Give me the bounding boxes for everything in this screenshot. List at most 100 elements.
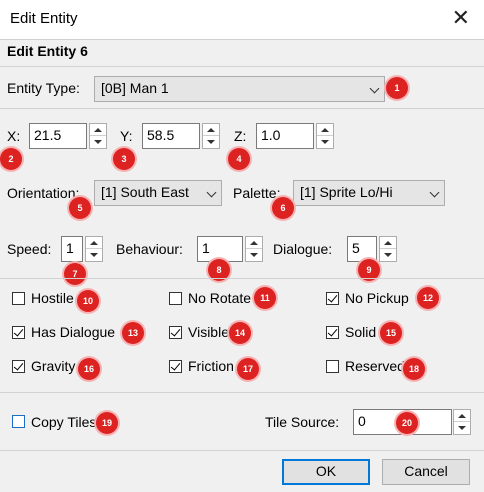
orientation-select[interactable]: [1] South East xyxy=(94,180,222,206)
tile-source-value: 0 xyxy=(358,413,366,429)
behaviour-spinner[interactable] xyxy=(245,236,263,262)
gravity-label: Gravity xyxy=(31,358,76,374)
chevron-down-icon xyxy=(429,187,440,198)
annotation-badge: 18 xyxy=(403,358,425,380)
z-label: Z: xyxy=(234,128,247,144)
arrow-up-icon xyxy=(384,240,392,245)
annotation-badge: 17 xyxy=(237,358,259,380)
friction-label: Friction xyxy=(188,358,234,374)
tile-source-label: Tile Source: xyxy=(265,414,340,430)
speed-spinner[interactable] xyxy=(85,236,103,262)
arrow-down-icon xyxy=(207,140,215,144)
spin-down-button[interactable] xyxy=(203,136,219,148)
z-input[interactable]: 1.0 xyxy=(256,123,314,149)
arrow-down-icon xyxy=(458,426,466,430)
x-value: 21.5 xyxy=(34,127,62,143)
chevron-down-icon xyxy=(206,187,217,198)
hostile-checkbox[interactable] xyxy=(12,292,25,305)
spin-down-button[interactable] xyxy=(90,136,106,148)
spin-up-button[interactable] xyxy=(203,124,219,136)
friction-checkbox[interactable] xyxy=(169,360,182,373)
orientation-value: [1] South East xyxy=(101,184,189,200)
spin-down-button[interactable] xyxy=(380,249,396,261)
spin-up-button[interactable] xyxy=(454,410,470,422)
arrow-up-icon xyxy=(207,127,215,132)
y-value: 58.5 xyxy=(147,127,175,143)
z-spinner[interactable] xyxy=(316,123,334,149)
window-title: Edit Entity xyxy=(10,10,78,27)
annotation-badge: 16 xyxy=(78,358,100,380)
has-dialogue-label: Has Dialogue xyxy=(31,324,116,340)
spin-up-button[interactable] xyxy=(380,237,396,249)
annotation-badge: 1 xyxy=(386,77,408,99)
arrow-up-icon xyxy=(94,127,102,132)
no-pickup-checkbox[interactable] xyxy=(326,292,339,305)
tile-source-spinner[interactable] xyxy=(453,409,471,435)
annotation-badge: 2 xyxy=(0,148,22,170)
z-value: 1.0 xyxy=(261,127,281,143)
annotation-badge: 20 xyxy=(396,412,418,434)
hostile-label: Hostile xyxy=(31,290,74,306)
arrow-down-icon xyxy=(384,253,392,257)
has-dialogue-checkbox[interactable] xyxy=(12,326,25,339)
arrow-up-icon xyxy=(250,240,258,245)
close-icon[interactable]: ✕ xyxy=(452,6,470,30)
divider xyxy=(0,450,484,451)
solid-checkbox[interactable] xyxy=(326,326,339,339)
annotation-badge: 12 xyxy=(417,287,439,309)
dialogue-value: 5 xyxy=(352,240,360,256)
annotation-badge: 6 xyxy=(272,197,294,219)
no-rotate-label: No Rotate xyxy=(188,290,252,306)
arrow-down-icon xyxy=(90,253,98,257)
visible-checkbox[interactable] xyxy=(169,326,182,339)
reserved-checkbox[interactable] xyxy=(326,360,339,373)
spin-down-button[interactable] xyxy=(246,249,262,261)
behaviour-label: Behaviour: xyxy=(116,241,183,257)
behaviour-value: 1 xyxy=(202,240,210,256)
spin-up-button[interactable] xyxy=(86,237,102,249)
dialogue-input[interactable]: 5 xyxy=(347,236,377,262)
gravity-checkbox[interactable] xyxy=(12,360,25,373)
speed-input[interactable]: 1 xyxy=(61,236,83,262)
spin-up-button[interactable] xyxy=(246,237,262,249)
annotation-badge: 3 xyxy=(113,148,135,170)
orientation-label: Orientation: xyxy=(7,185,80,201)
copy-tiles-checkbox[interactable] xyxy=(12,415,25,428)
visible-label: Visible xyxy=(188,324,229,340)
palette-select[interactable]: [1] Sprite Lo/Hi xyxy=(293,180,445,206)
reserved-label: Reserved xyxy=(345,358,405,374)
divider xyxy=(0,278,484,279)
x-spinner[interactable] xyxy=(89,123,107,149)
x-label: X: xyxy=(7,128,21,144)
no-rotate-checkbox[interactable] xyxy=(169,292,182,305)
annotation-badge: 4 xyxy=(228,148,250,170)
dialogue-spinner[interactable] xyxy=(379,236,397,262)
y-spinner[interactable] xyxy=(202,123,220,149)
palette-label: Palette: xyxy=(233,185,281,201)
x-input[interactable]: 21.5 xyxy=(29,123,87,149)
y-label: Y: xyxy=(120,128,133,144)
annotation-badge: 13 xyxy=(122,322,144,344)
annotation-badge: 11 xyxy=(254,287,276,309)
title-bar: Edit Entity ✕ xyxy=(0,0,484,40)
spin-down-button[interactable] xyxy=(454,422,470,434)
cancel-button[interactable]: Cancel xyxy=(382,459,470,485)
chevron-down-icon xyxy=(369,83,380,94)
spin-up-button[interactable] xyxy=(317,124,333,136)
spin-up-button[interactable] xyxy=(90,124,106,136)
y-input[interactable]: 58.5 xyxy=(142,123,200,149)
spin-down-button[interactable] xyxy=(317,136,333,148)
copy-tiles-label: Copy Tiles xyxy=(31,414,97,430)
dialogue-label: Dialogue: xyxy=(273,241,333,257)
arrow-up-icon xyxy=(458,413,466,418)
spin-down-button[interactable] xyxy=(86,249,102,261)
annotation-badge: 10 xyxy=(77,290,99,312)
entity-type-select[interactable]: [0B] Man 1 xyxy=(94,76,385,102)
solid-label: Solid xyxy=(345,324,377,340)
annotation-badge: 15 xyxy=(380,322,402,344)
entity-type-label: Entity Type: xyxy=(7,80,80,96)
no-pickup-label: No Pickup xyxy=(345,290,409,306)
dialog-heading: Edit Entity 6 xyxy=(7,43,88,59)
arrow-up-icon xyxy=(90,240,98,245)
ok-button[interactable]: OK xyxy=(282,459,370,485)
